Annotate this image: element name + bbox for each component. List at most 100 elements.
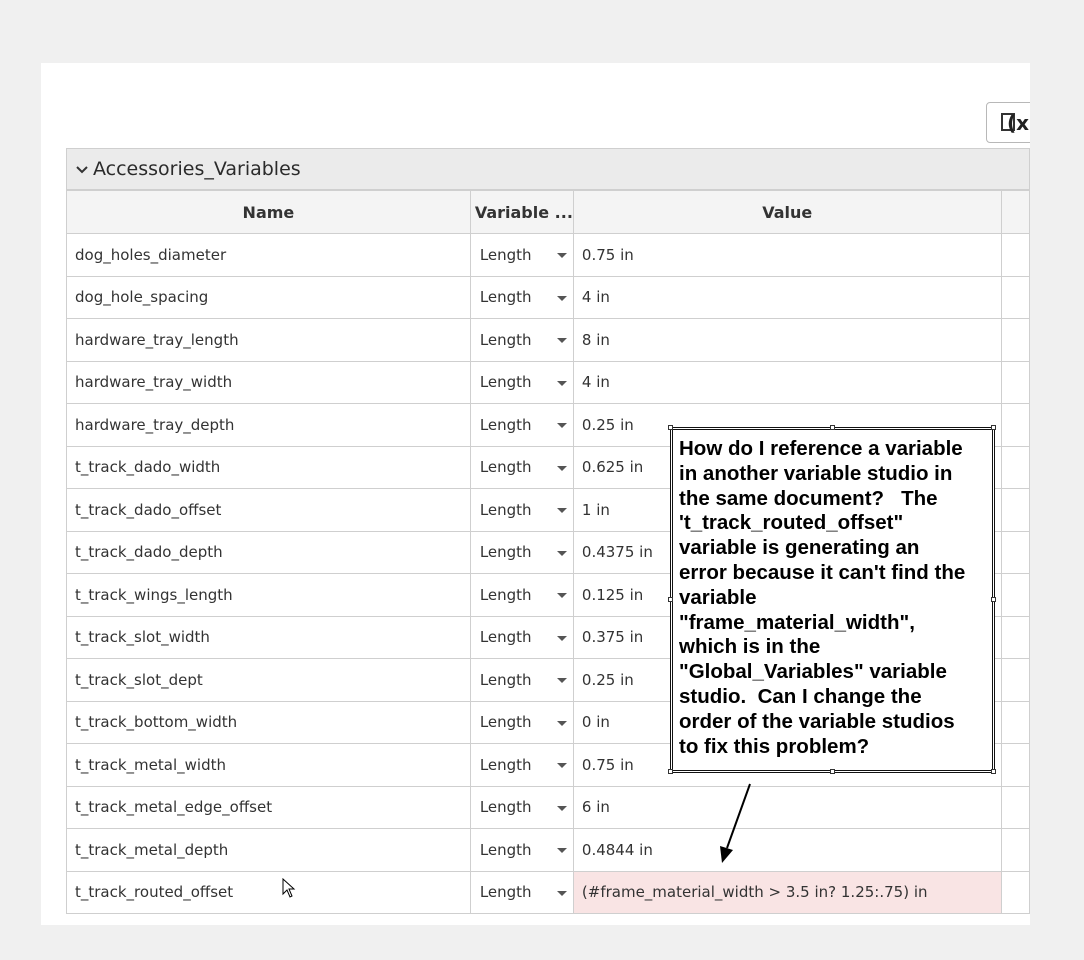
variable-name-cell[interactable]: hardware_tray_width (66, 360, 471, 404)
table-row[interactable]: t_track_routed_offset Length (#frame_mat… (66, 870, 1030, 914)
variable-name-cell[interactable]: t_track_dado_width (66, 445, 471, 489)
variable-table-button[interactable]: (x) (986, 102, 1030, 143)
row-extra-cell (1000, 743, 1030, 787)
variable-type-label: Length (479, 798, 532, 817)
variable-value-cell[interactable]: 4 in (572, 275, 1002, 319)
callout-line: variable is generating an (679, 536, 920, 560)
variable-type-label: Length (479, 500, 532, 519)
column-header-value[interactable]: Value (572, 190, 1002, 234)
resize-handle (668, 597, 673, 602)
variable-name-cell[interactable]: hardware_tray_length (66, 318, 471, 362)
row-extra-cell (1000, 233, 1030, 277)
callout-line: which is in the (679, 635, 821, 659)
caret-down-icon (556, 295, 567, 301)
variable-type-dropdown[interactable]: Length (469, 403, 574, 447)
column-header-type[interactable]: Variable ... (469, 190, 574, 234)
variable-type-label: Length (479, 670, 532, 689)
variable-name-cell[interactable]: t_track_metal_depth (66, 828, 471, 872)
table-row[interactable]: dog_holes_diameter Length 0.75 in (66, 233, 1030, 277)
caret-down-icon (556, 890, 567, 896)
variable-name-cell[interactable]: t_track_wings_length (66, 573, 471, 617)
table-row[interactable]: t_track_metal_depth Length 0.4844 in (66, 828, 1030, 872)
variable-name-cell[interactable]: t_track_metal_edge_offset (66, 785, 471, 829)
variable-type-dropdown[interactable]: Length (469, 658, 574, 702)
variable-value-cell[interactable]: 0.75 in (572, 233, 1002, 277)
variable-type-label: Length (479, 883, 532, 902)
variable-value-cell[interactable]: 4 in (572, 360, 1002, 404)
chevron-down-icon[interactable] (75, 162, 89, 176)
caret-down-icon (556, 593, 567, 598)
variable-type-dropdown[interactable]: Length (469, 743, 574, 787)
variable-type-dropdown[interactable]: Length (469, 573, 574, 617)
variable-type-dropdown[interactable]: Length (469, 700, 574, 744)
callout-line: studio. Can I change the (679, 684, 922, 708)
row-extra-cell (1000, 318, 1030, 362)
table-row[interactable]: t_track_metal_edge_offset Length 6 in (66, 785, 1030, 829)
mouse-cursor-icon (282, 878, 296, 898)
caret-down-icon (556, 508, 567, 513)
caret-down-icon (556, 763, 567, 768)
resize-handle (991, 597, 996, 602)
variable-type-dropdown[interactable]: Length (469, 445, 574, 489)
resize-handle (991, 425, 996, 430)
resize-handle (668, 769, 673, 774)
variable-type-label: Length (479, 288, 532, 307)
caret-down-icon (556, 338, 567, 343)
row-extra-cell (1000, 615, 1030, 659)
variable-name-cell[interactable]: dog_hole_spacing (66, 275, 471, 319)
caret-down-icon (556, 635, 567, 641)
table-row[interactable]: hardware_tray_length Length 8 in (66, 318, 1030, 362)
variable-value-cell[interactable]: 8 in (572, 318, 1002, 362)
column-header-name[interactable]: Name (66, 190, 471, 234)
variable-name-cell[interactable]: hardware_tray_depth (66, 403, 471, 447)
resize-handle (991, 769, 996, 774)
variable-name-cell[interactable]: t_track_dado_depth (66, 530, 471, 574)
caret-down-icon (556, 253, 567, 258)
row-extra-cell (1000, 573, 1030, 617)
resize-handle (830, 769, 835, 774)
row-extra-cell (1000, 403, 1030, 447)
variable-value-cell[interactable]: 0.4844 in (572, 828, 1002, 872)
resize-handle (830, 425, 835, 430)
studio-section-header[interactable]: Accessories_Variables (66, 148, 1030, 190)
variable-type-dropdown[interactable]: Length (469, 233, 574, 277)
table-row[interactable]: hardware_tray_width Length 4 in (66, 360, 1030, 404)
caret-down-icon (556, 805, 567, 811)
variable-type-dropdown[interactable]: Length (469, 488, 574, 532)
variable-type-label: Length (479, 415, 532, 434)
variable-name-cell[interactable]: t_track_dado_offset (66, 488, 471, 532)
variable-type-dropdown[interactable]: Length (469, 615, 574, 659)
variable-type-dropdown[interactable]: Length (469, 275, 574, 319)
variable-name-cell[interactable]: t_track_routed_offset (66, 870, 471, 914)
callout-line: the same document? The (679, 486, 938, 510)
variable-type-label: Length (479, 543, 532, 562)
variable-type-dropdown[interactable]: Length (469, 870, 574, 914)
table-row[interactable]: dog_hole_spacing Length 4 in (66, 275, 1030, 319)
row-extra-cell (1000, 828, 1030, 872)
callout-line: "Global_Variables" variable (679, 660, 947, 684)
annotation-callout: How do I reference a variable in another … (670, 427, 995, 773)
variable-name-cell[interactable]: t_track_metal_width (66, 743, 471, 787)
variable-type-dropdown[interactable]: Length (469, 360, 574, 404)
variable-name-cell[interactable]: t_track_bottom_width (66, 700, 471, 744)
variable-name-cell[interactable]: t_track_slot_width (66, 615, 471, 659)
variable-type-dropdown[interactable]: Length (469, 530, 574, 574)
variable-value-cell[interactable]: 6 in (572, 785, 1002, 829)
caret-down-icon (556, 848, 567, 853)
variable-name-cell[interactable]: dog_holes_diameter (66, 233, 471, 277)
variable-type-dropdown[interactable]: Length (469, 785, 574, 829)
variable-type-label: Length (479, 713, 532, 732)
callout-line: in another variable studio in (679, 461, 953, 485)
variable-name-cell[interactable]: t_track_slot_dept (66, 658, 471, 702)
variable-type-label: Length (479, 628, 532, 647)
variable-type-dropdown[interactable]: Length (469, 318, 574, 362)
caret-down-icon (556, 380, 567, 386)
variable-type-label: Length (479, 755, 532, 774)
variable-type-dropdown[interactable]: Length (469, 828, 574, 872)
variable-value-cell[interactable]: (#frame_material_width > 3.5 in? 1.25:.7… (572, 870, 1002, 914)
callout-line: How do I reference a variable (679, 437, 963, 460)
row-extra-cell (1000, 870, 1030, 914)
caret-down-icon (556, 465, 567, 471)
row-extra-cell (1000, 700, 1030, 744)
row-extra-cell (1000, 275, 1030, 319)
